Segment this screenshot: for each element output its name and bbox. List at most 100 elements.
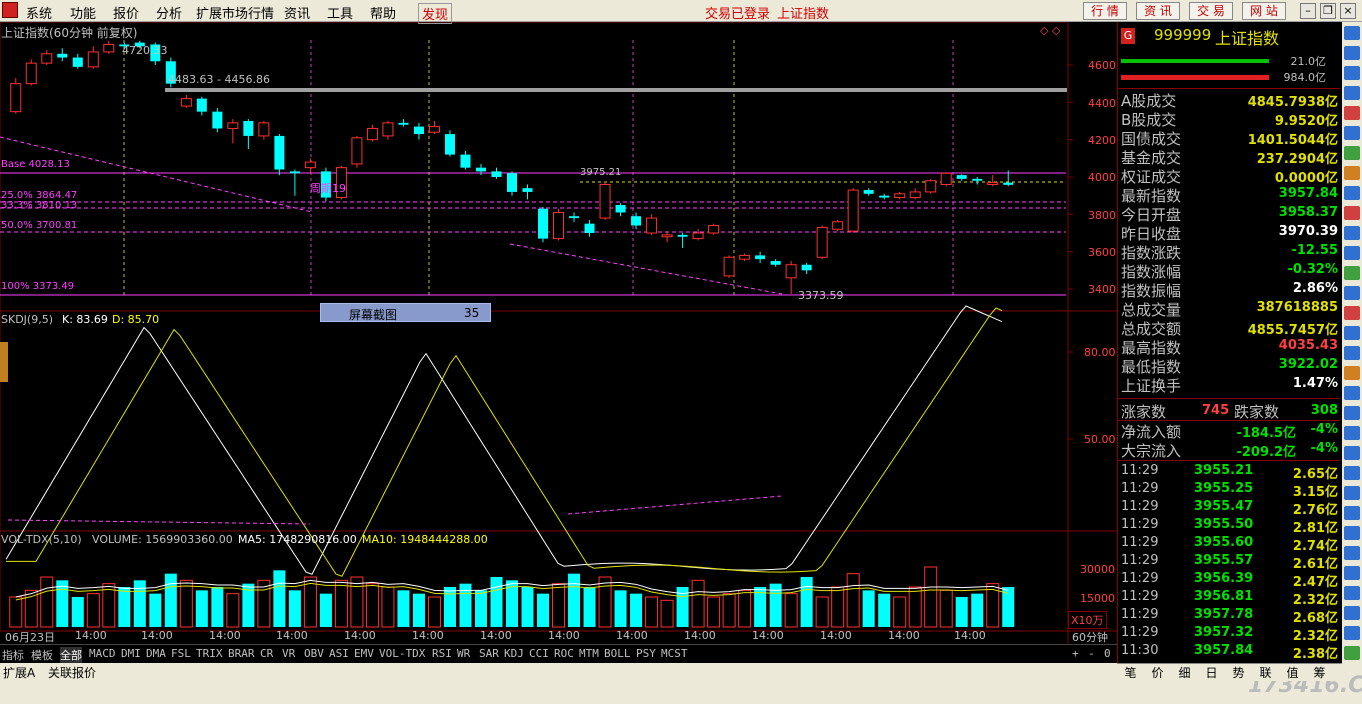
close-icon[interactable]: × [1340,3,1356,19]
indicator-tab[interactable]: TRIX [196,647,223,660]
candle-body [41,53,53,64]
toolbar-tool-icon[interactable] [1344,546,1360,560]
toolbar-tool-icon[interactable] [1344,46,1360,60]
volume-bar [614,590,627,627]
quote-panel-tab[interactable]: 联 [1252,664,1279,681]
website-button[interactable]: 网 站 [1242,2,1286,20]
current-index-title: 上证指数 [777,7,830,22]
screenshot-tag[interactable]: 屏幕截图 35 [320,303,491,322]
indicator-tab[interactable]: 模板 [31,647,53,663]
quote-panel-tab[interactable]: 细 [1171,664,1198,681]
toolbar-tool-icon[interactable] [1344,246,1360,260]
kdj-tick-50: 50.00 [1084,433,1116,446]
menu-function[interactable]: 功能 [70,3,96,22]
indicator-tab[interactable]: WR [457,647,470,660]
menu-ext-market[interactable]: 扩展市场行情 [196,3,274,22]
tick-time: 11:29 [1121,607,1159,622]
indicator-tab[interactable]: BRAR [228,647,255,660]
ext-a-tab[interactable]: 扩展A [3,664,35,681]
indicator-tab[interactable]: ROC [554,647,574,660]
indicator-tab[interactable]: CR [260,647,273,660]
news-button[interactable]: 资 讯 [1136,2,1180,20]
toolbar-tool-icon[interactable] [1344,426,1360,440]
tick-price: 3955.47 [1194,499,1254,514]
toolbar-tool-icon[interactable] [1344,226,1360,240]
toolbar-tool-icon[interactable] [1344,306,1360,320]
quote-button[interactable]: 行 情 [1083,2,1127,20]
indicator-tab[interactable]: 指标 [2,647,24,663]
candle-body [243,121,254,136]
toolbar-tool-icon[interactable] [1344,566,1360,580]
indicator-tab[interactable]: CCI [529,647,549,660]
restore-icon[interactable]: ❐ [1320,3,1336,19]
indicator-tab[interactable]: PSY [636,647,656,660]
toolbar-tool-icon[interactable] [1344,26,1360,40]
toolbar-tool-icon[interactable] [1344,186,1360,200]
toolbar-tool-icon[interactable] [1344,366,1360,380]
quote-panel-tab[interactable]: 日 [1198,664,1225,681]
indicator-tab[interactable]: SAR [479,647,499,660]
side-handle-icon[interactable] [0,342,8,382]
toolbar-tool-icon[interactable] [1344,126,1360,140]
toolbar-tool-icon[interactable] [1344,66,1360,80]
indicator-tab[interactable]: VOL-TDX [379,647,425,660]
trade-button[interactable]: 交 易 [1189,2,1233,20]
toolbar-tool-icon[interactable] [1344,346,1360,360]
indicator-tab[interactable]: KDJ [504,647,524,660]
indicator-tab[interactable]: 全部 [60,647,82,663]
indicator-tab[interactable]: DMI [121,647,141,660]
indicator-tab[interactable]: MTM [579,647,599,660]
quote-panel-tab[interactable]: 筹 [1306,664,1333,681]
toolbar-tool-icon[interactable] [1344,466,1360,480]
menu-news[interactable]: 资讯 [284,3,310,22]
toolbar-tool-icon[interactable] [1344,506,1360,520]
indicator-tab[interactable]: RSI [432,647,452,660]
toolbar-tool-icon[interactable] [1344,206,1360,220]
toolbar-tool-icon[interactable] [1344,586,1360,600]
minimize-icon[interactable]: – [1300,3,1316,19]
indicator-tab[interactable]: BOLL [604,647,631,660]
toolbar-tool-icon[interactable] [1344,406,1360,420]
toolbar-tool-icon[interactable] [1344,326,1360,340]
indicator-tab[interactable]: DMA [146,647,166,660]
toolbar-tool-icon[interactable] [1344,486,1360,500]
menu-discover[interactable]: 发现 [418,3,453,24]
menu-help[interactable]: 帮助 [370,3,396,22]
related-quote-tab[interactable]: 关联报价 [48,664,96,681]
indicator-tab[interactable]: OBV [304,647,324,660]
quote-panel-tab[interactable]: 笔 [1117,664,1144,681]
period-label[interactable]: 60分钟 [1072,629,1108,645]
zoom-out-button[interactable]: - [1088,647,1095,660]
toolbar-tool-icon[interactable] [1344,446,1360,460]
quote-panel-tab[interactable]: 价 [1144,664,1171,681]
toolbar-tool-icon[interactable] [1344,606,1360,620]
indicator-tab[interactable]: FSL [171,647,191,660]
toolbar-tool-icon[interactable] [1344,386,1360,400]
toolbar-tool-icon[interactable] [1344,626,1360,640]
indicator-tab[interactable]: MCST [661,647,688,660]
kline-chart-area[interactable]: 上证指数(60分钟 前复权) ◇ ◇ 4720.33 4483.63 - 445… [0,22,1117,644]
indicator-tab[interactable]: EMV [354,647,374,660]
tick-amount: 3.15亿 [1292,485,1338,500]
menu-analysis[interactable]: 分析 [156,3,182,22]
toolbar-tool-icon[interactable] [1344,266,1360,280]
indicator-tab[interactable]: VR [282,647,295,660]
toolbar-tool-icon[interactable] [1344,146,1360,160]
quote-panel-tab[interactable]: 势 [1225,664,1252,681]
toolbar-tool-icon[interactable] [1344,646,1360,660]
menu-tools[interactable]: 工具 [327,3,353,22]
toolbar-tool-icon[interactable] [1344,86,1360,100]
toolbar-tool-icon[interactable] [1344,106,1360,120]
indicator-tab[interactable]: ASI [329,647,349,660]
quote-panel-tab[interactable]: 值 [1279,664,1306,681]
indicator-tab[interactable]: MACD [89,647,116,660]
toolbar-tool-icon[interactable] [1344,166,1360,180]
toolbar-tool-icon[interactable] [1344,526,1360,540]
chart-settings-icon[interactable]: ◇ ◇ [1040,24,1060,37]
reset-button[interactable]: 0 [1104,647,1111,660]
toolbar-tool-icon[interactable] [1344,286,1360,300]
cycle-label: 周期19 [310,182,346,195]
menu-quote[interactable]: 报价 [113,3,139,22]
menu-system[interactable]: 系统 [26,3,52,22]
zoom-in-button[interactable]: + [1072,647,1079,660]
